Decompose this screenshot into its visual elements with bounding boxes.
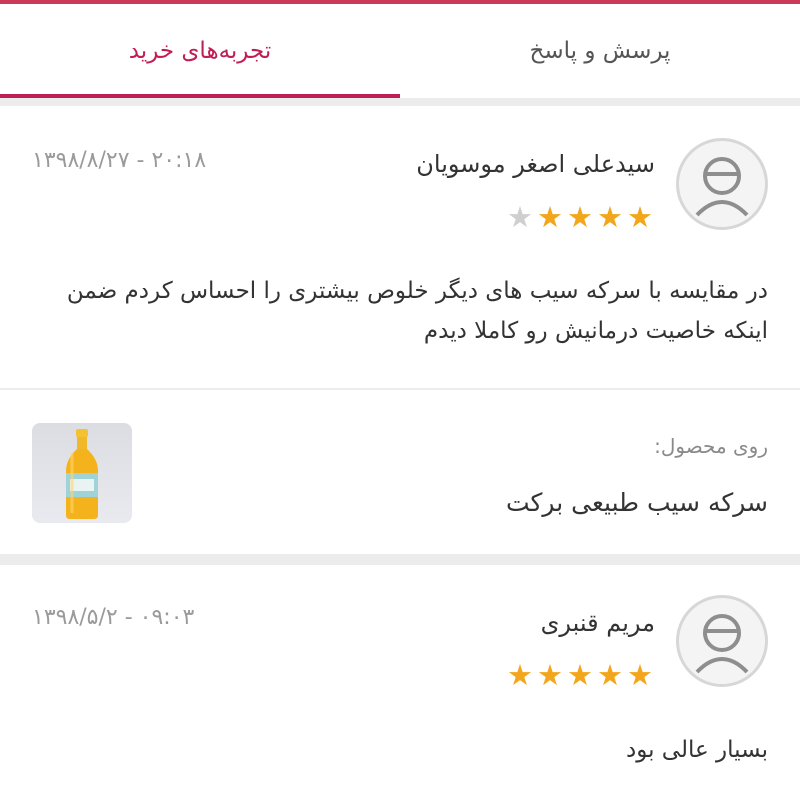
user-avatar-icon [676, 138, 768, 230]
reviewer-name: سیدعلی اصغر موسویان [416, 150, 655, 178]
star-icon: ★ [627, 200, 653, 234]
tab-bar: تجربه‌های خرید پرسش و پاسخ [0, 4, 800, 98]
tab-questions-answers[interactable]: پرسش و پاسخ [400, 4, 800, 98]
star-icon: ★ [627, 658, 653, 692]
product-reference[interactable]: روی محصول: سرکه سیب طبیعی برکت [0, 390, 800, 554]
product-name: سرکه سیب طبیعی برکت [505, 488, 768, 517]
product-label: روی محصول: [654, 434, 768, 458]
product-thumbnail [32, 423, 132, 523]
review-text: در مقایسه با سرکه سیب های دیگر خلوص بیشت… [66, 278, 768, 344]
star-empty-icon: ★ [507, 200, 533, 234]
user-avatar-icon [676, 595, 768, 687]
tab-questions-answers-label: پرسش و پاسخ [529, 38, 671, 64]
star-icon: ★ [507, 658, 533, 692]
review-datetime: ۰۹:۰۳ - ۱۳۹۸/۵/۲ [32, 605, 195, 630]
vinegar-bottle-image [66, 429, 98, 519]
reviewer-name: مریم قنبری [540, 609, 655, 637]
star-icon: ★ [597, 658, 623, 692]
rating-stars: ★ ★ ★ ★ ★ [507, 203, 653, 232]
star-icon: ★ [567, 200, 593, 234]
tab-purchase-experiences[interactable]: تجربه‌های خرید [0, 4, 400, 98]
rating-stars: ★ ★ ★ ★ ★ [507, 661, 653, 690]
star-icon: ★ [597, 200, 623, 234]
tab-purchase-experiences-label: تجربه‌های خرید [128, 38, 272, 64]
review-card: مریم قنبری ۰۹:۰۳ - ۱۳۹۸/۵/۲ ★ ★ ★ ★ ★ بس… [0, 565, 800, 805]
active-tab-indicator [0, 94, 400, 98]
review-datetime: ۲۰:۱۸ - ۱۳۹۸/۸/۲۷ [32, 148, 207, 173]
star-icon: ★ [567, 658, 593, 692]
star-icon: ★ [537, 658, 563, 692]
review-text: بسیار عالی بود [625, 737, 768, 763]
star-icon: ★ [537, 200, 563, 234]
review-card: سیدعلی اصغر موسویان ۲۰:۱۸ - ۱۳۹۸/۸/۲۷ ★ … [0, 106, 800, 388]
